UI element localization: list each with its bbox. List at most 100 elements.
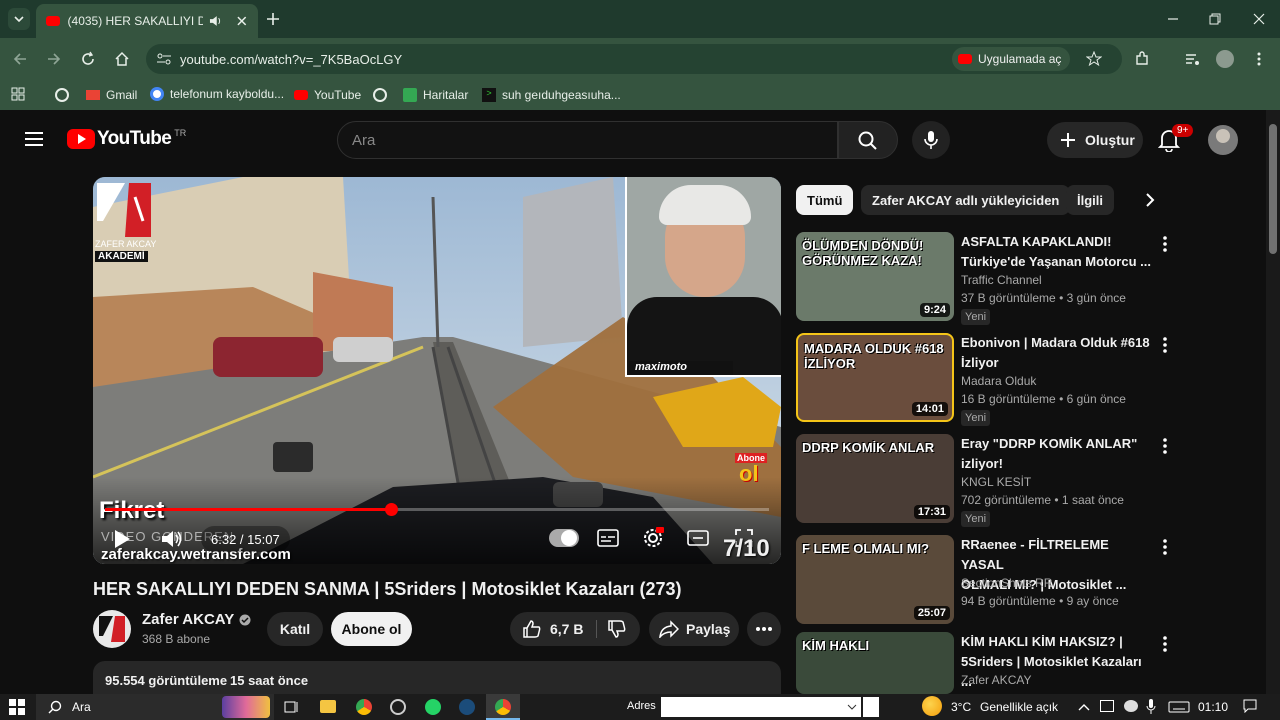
recommendation-title[interactable]: Ebonivon | Madara Olduk #618 İzliyor bbox=[961, 333, 1151, 373]
microphone-tray-icon[interactable] bbox=[1146, 699, 1156, 715]
clock-app-icon[interactable] bbox=[390, 699, 406, 715]
close-tab-icon[interactable] bbox=[236, 15, 248, 27]
file-explorer-icon[interactable] bbox=[320, 700, 336, 713]
back-icon[interactable] bbox=[12, 51, 28, 67]
chip-from-uploader[interactable]: Zafer AKCAY adlı yükleyiciden bbox=[861, 185, 1071, 215]
address-toolbar-input[interactable] bbox=[661, 697, 861, 717]
chevron-right-icon[interactable] bbox=[1144, 192, 1156, 208]
search-button[interactable] bbox=[838, 121, 898, 159]
browser-tab-active[interactable]: (4035) HER SAKALLIYI DEDE bbox=[36, 4, 258, 38]
recommendation-channel[interactable]: SectionShots RR bbox=[961, 574, 1052, 592]
home-icon[interactable] bbox=[114, 51, 130, 67]
video-player[interactable]: ZAFER AKCAY AKADEMİ maximoto Abone ol Fi… bbox=[93, 177, 781, 564]
open-in-app-button[interactable]: Uygulamada aç bbox=[952, 47, 1070, 71]
chrome-icon[interactable] bbox=[356, 699, 372, 715]
address-bar[interactable]: youtube.com/watch?v=_7K5BaOcLGY Uygulama… bbox=[146, 44, 1122, 74]
hamburger-menu-icon[interactable] bbox=[25, 131, 43, 147]
bookmark-gmail[interactable]: Gmail bbox=[86, 88, 137, 102]
search-input[interactable]: Ara bbox=[337, 121, 838, 159]
notifications-button[interactable]: 9+ bbox=[1158, 124, 1194, 152]
more-options-icon[interactable] bbox=[1160, 335, 1170, 355]
speaker-icon[interactable] bbox=[209, 15, 223, 27]
chrome-active-window[interactable] bbox=[486, 694, 520, 720]
page-scrollbar[interactable] bbox=[1266, 110, 1280, 694]
taskbar-search[interactable]: Ara bbox=[36, 694, 274, 720]
youtube-logo[interactable]: YouTube TR bbox=[67, 128, 186, 150]
keyboard-icon[interactable] bbox=[1168, 701, 1190, 713]
taskbar-clock[interactable]: 01:10 bbox=[1198, 700, 1228, 714]
new-tab-icon[interactable] bbox=[266, 12, 280, 26]
site-info-icon[interactable] bbox=[156, 52, 172, 66]
bookmark-youtube[interactable]: YouTube bbox=[294, 88, 361, 102]
recommendation-channel[interactable]: Zafer AKCAY bbox=[961, 671, 1031, 689]
recommendation-title[interactable]: ASFALTA KAPAKLANDI! Türkiye'de Yaşanan Mo… bbox=[961, 232, 1151, 272]
restore-icon[interactable] bbox=[1208, 12, 1222, 26]
close-window-icon[interactable] bbox=[1252, 12, 1266, 26]
bookmark-terminal[interactable]: > suh geıduhgeasıuha... bbox=[482, 88, 621, 102]
recommendation-thumbnail[interactable]: DDRP KOMİK ANLAR 17:31 bbox=[796, 434, 954, 523]
recommendation-channel[interactable]: Traffic Channel bbox=[961, 271, 1042, 289]
channel-name-link[interactable]: Zafer AKCAY bbox=[142, 611, 251, 628]
more-options-icon[interactable] bbox=[1160, 436, 1170, 456]
onedrive-icon[interactable] bbox=[1124, 700, 1138, 712]
recommendation-thumbnail[interactable]: F LEME OLMALI MI? 25:07 bbox=[796, 535, 954, 624]
weather-sun-icon[interactable] bbox=[922, 696, 942, 716]
tray-chevron-up-icon[interactable] bbox=[1078, 703, 1090, 711]
progress-scrubber[interactable] bbox=[384, 503, 398, 516]
chip-all[interactable]: Tümü bbox=[796, 185, 854, 215]
windows-start-icon[interactable] bbox=[9, 699, 25, 715]
extensions-icon[interactable] bbox=[1134, 51, 1150, 67]
recommendation-title[interactable]: Eray "DDRP KOMİK ANLAR" izliyor! bbox=[961, 434, 1151, 474]
recommendation-thumbnail[interactable]: MADARA OLDUK #618 İZLİYOR 14:01 bbox=[796, 333, 954, 422]
recommendation-channel[interactable]: KNGL KESİT bbox=[961, 473, 1031, 491]
bookmark-maps[interactable]: Haritalar bbox=[403, 88, 468, 102]
volume-icon[interactable] bbox=[161, 529, 183, 549]
youtube-play-logo-icon bbox=[67, 129, 95, 149]
bookmark-google[interactable]: telefonum kayboldu... bbox=[150, 87, 284, 101]
recommendation-channel[interactable]: Madara Olduk bbox=[961, 372, 1036, 390]
reload-icon[interactable] bbox=[80, 51, 96, 67]
network-icon[interactable] bbox=[1100, 700, 1114, 712]
steam-icon[interactable] bbox=[459, 699, 475, 715]
share-button[interactable]: Paylaş bbox=[649, 612, 739, 646]
more-options-icon[interactable] bbox=[1160, 234, 1170, 254]
notification-center-icon[interactable] bbox=[1243, 699, 1257, 713]
globe-icon[interactable] bbox=[373, 88, 387, 102]
like-button[interactable]: 6,7 B bbox=[510, 612, 596, 646]
media-queue-icon[interactable] bbox=[1184, 51, 1200, 67]
autoplay-toggle[interactable] bbox=[549, 529, 579, 547]
forward-icon[interactable] bbox=[46, 51, 62, 67]
more-options-icon[interactable] bbox=[1160, 634, 1170, 654]
progress-bar[interactable] bbox=[105, 503, 769, 516]
dropdown-arrow-icon[interactable] bbox=[847, 703, 857, 711]
globe-icon[interactable] bbox=[55, 88, 69, 102]
subscribe-button[interactable]: Abone ol bbox=[331, 612, 412, 646]
play-icon[interactable] bbox=[113, 529, 131, 549]
whatsapp-icon[interactable] bbox=[425, 699, 441, 715]
star-bookmark-icon[interactable] bbox=[1086, 51, 1102, 67]
channel-avatar[interactable] bbox=[93, 610, 131, 648]
dislike-button[interactable] bbox=[597, 612, 640, 646]
settings-gear-icon[interactable] bbox=[642, 527, 664, 549]
address-go-button[interactable] bbox=[863, 697, 879, 717]
voice-search-button[interactable] bbox=[912, 121, 950, 159]
chip-related[interactable]: İlgili bbox=[1066, 185, 1114, 215]
recommendation-thumbnail[interactable]: ÖLÜMDEN DÖNDÜ! GÖRÜNMEZ KAZA! 9:24 bbox=[796, 232, 954, 321]
browser-menu-icon[interactable] bbox=[1256, 51, 1262, 67]
more-options-icon[interactable] bbox=[1160, 537, 1170, 557]
apps-grid-icon[interactable] bbox=[11, 87, 25, 101]
join-button[interactable]: Katıl bbox=[267, 612, 323, 646]
tab-search-button[interactable] bbox=[8, 8, 30, 30]
subtitles-icon[interactable] bbox=[597, 529, 619, 547]
profile-avatar[interactable] bbox=[1216, 50, 1234, 68]
create-button[interactable]: Oluştur bbox=[1047, 122, 1143, 158]
minimize-icon[interactable] bbox=[1166, 12, 1180, 26]
theater-mode-icon[interactable] bbox=[687, 529, 709, 547]
scrollbar-thumb[interactable] bbox=[1269, 124, 1277, 254]
recommendation-thumbnail[interactable]: KİM HAKLI bbox=[796, 632, 954, 694]
task-view-icon[interactable] bbox=[284, 699, 300, 715]
video-duration: 14:01 bbox=[911, 402, 948, 416]
title-line-1: KİM HAKLI KİM HAKSIZ? | bbox=[961, 634, 1123, 649]
account-avatar[interactable] bbox=[1208, 125, 1238, 155]
more-actions-button[interactable] bbox=[747, 612, 781, 646]
